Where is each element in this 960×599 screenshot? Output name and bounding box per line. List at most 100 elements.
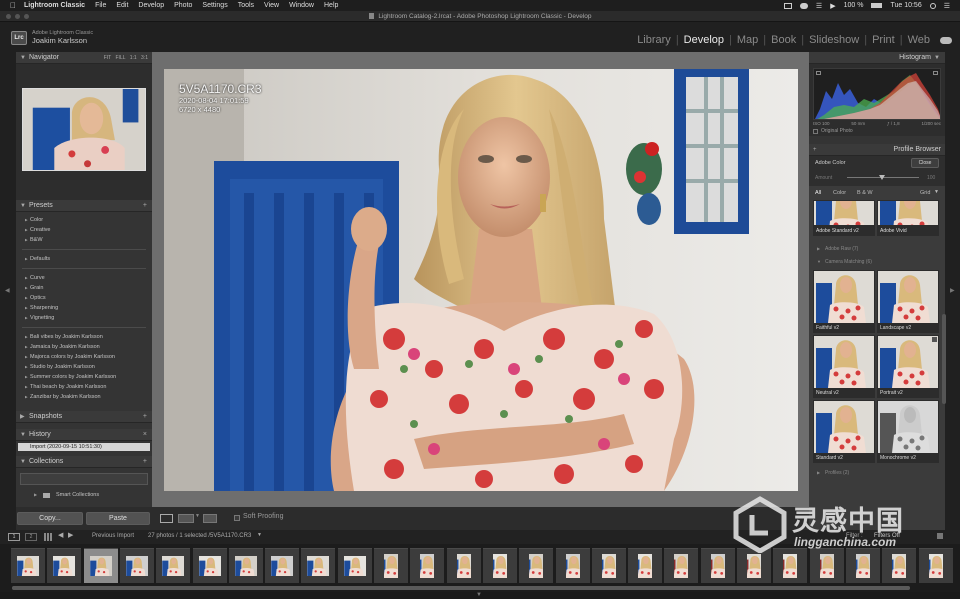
menu-lightroom-classic[interactable]: Lightroom Classic — [24, 2, 85, 9]
menu-window[interactable]: Window — [289, 2, 314, 9]
preset-group[interactable]: Majorca colors by Joakim Karlsson — [16, 352, 152, 362]
profile-group-camera-matching[interactable]: ▼ Camera Matching (6) — [809, 257, 941, 267]
shadow-clipping-indicator[interactable] — [816, 71, 821, 75]
filmstrip-thumbnail[interactable] — [482, 548, 517, 583]
zoom-window-button[interactable] — [24, 14, 29, 19]
menu-settings[interactable]: Settings — [202, 2, 227, 9]
filmstrip-thumbnail[interactable] — [337, 548, 372, 583]
highlight-clipping-indicator[interactable] — [933, 71, 938, 75]
preset-group[interactable]: Vignetting — [16, 313, 152, 323]
profile-thumb-monochrome[interactable]: Monochrome v2 — [877, 400, 939, 463]
develop-image-area[interactable]: 5V5A1170.CR3 2020-08-04 17:01:59 6720 x … — [152, 52, 809, 507]
filmstrip-thumbnail[interactable] — [664, 548, 699, 583]
preset-group[interactable]: Bali vibes by Joakim Karlsson — [16, 332, 152, 342]
module-map[interactable]: Map — [732, 34, 763, 46]
filmstrip-thumbnail[interactable] — [83, 548, 118, 583]
preset-group[interactable]: Summer colors by Joakim Karlsson — [16, 372, 152, 382]
favorite-star-icon[interactable] — [932, 337, 937, 342]
preset-group[interactable]: Zanzibar by Joakim Karlsson — [16, 392, 152, 402]
module-slideshow[interactable]: Slideshow — [804, 34, 864, 46]
menu-file[interactable]: File — [95, 2, 106, 9]
filters-off-dropdown[interactable]: Filters Off — [874, 533, 900, 539]
original-photo-checkbox[interactable] — [813, 129, 818, 134]
grid-view-icon[interactable] — [44, 533, 52, 541]
close-window-button[interactable] — [6, 14, 11, 19]
profile-thumb-adobe-standard[interactable]: Adobe Standard v2 — [813, 200, 875, 236]
creative-cloud-icon[interactable] — [799, 2, 808, 9]
back-arrow-icon[interactable]: ◀ — [58, 531, 63, 539]
module-book[interactable]: Book — [766, 34, 801, 46]
secondary-window-button[interactable]: 2 — [25, 533, 37, 541]
add-collection-icon[interactable]: + — [143, 456, 147, 468]
volume-icon[interactable]: ▶ — [830, 2, 835, 10]
module-print[interactable]: Print — [867, 34, 900, 46]
filmstrip-toggle-icon[interactable]: ▼ — [476, 592, 482, 598]
control-center-icon[interactable]: ☰ — [944, 2, 950, 10]
left-panel-toggle[interactable]: ◀ — [0, 52, 16, 530]
module-library[interactable]: Library — [632, 34, 676, 46]
profile-thumb-standard[interactable]: Standard v2 — [813, 400, 875, 463]
preset-group[interactable]: Studio by Joakim Karlsson — [16, 362, 152, 372]
menu-tools[interactable]: Tools — [238, 2, 254, 9]
menu-edit[interactable]: Edit — [116, 2, 128, 9]
battery-percentage[interactable]: 100 % — [844, 2, 864, 9]
loupe-view-button[interactable] — [160, 514, 173, 523]
preset-group[interactable]: Thai beach by Joakim Karlsson — [16, 382, 152, 392]
preset-group[interactable]: B&W — [16, 235, 152, 245]
menu-view[interactable]: View — [264, 2, 279, 9]
filmstrip-thumbnail[interactable] — [265, 548, 300, 583]
module-web[interactable]: Web — [903, 34, 935, 46]
filmstrip-thumbnail[interactable] — [628, 548, 663, 583]
filmstrip-scroll-thumb[interactable] — [12, 586, 910, 590]
before-after-view-button[interactable] — [178, 514, 194, 523]
main-window-button[interactable]: 1 — [8, 533, 20, 541]
filmstrip-thumbnail[interactable] — [555, 548, 590, 583]
filter-all[interactable]: All — [815, 190, 821, 196]
smart-collections-item[interactable]: ▶ Smart Collections — [16, 489, 152, 501]
filmstrip-selection-info[interactable]: 27 photos / 1 selected /5V5A1170.CR3 — [148, 533, 251, 539]
add-snapshot-icon[interactable]: + — [143, 411, 147, 423]
filmstrip-thumbnail[interactable] — [374, 548, 408, 583]
before-after-dropdown-icon[interactable]: ▼ — [195, 513, 200, 519]
filmstrip-thumbnail[interactable] — [737, 548, 771, 583]
preset-group[interactable]: Curve — [16, 273, 152, 283]
spotlight-icon[interactable] — [929, 2, 936, 9]
clock[interactable]: Tue 10:56 — [890, 2, 921, 9]
collapse-left-icon[interactable]: ◀ — [5, 287, 10, 294]
filmstrip-thumbnail[interactable] — [809, 548, 844, 583]
filter-bw[interactable]: B & W — [857, 190, 873, 196]
filmstrip-thumbnail[interactable] — [446, 548, 481, 583]
history-header[interactable]: ▼ History × — [16, 429, 152, 441]
amount-slider-thumb[interactable] — [879, 175, 885, 180]
profile-thumb-landscape[interactable]: Landscape v2 — [877, 270, 939, 333]
profile-thumb-adobe-vivid[interactable]: Adobe Vivid — [877, 200, 939, 236]
filter-lock-icon[interactable] — [937, 533, 943, 539]
preset-group[interactable]: Optics — [16, 293, 152, 303]
forward-arrow-icon[interactable]: ▶ — [68, 531, 73, 539]
apple-menu-icon[interactable]:  — [8, 1, 18, 10]
filmstrip-scrollbar[interactable] — [12, 586, 910, 590]
preset-group[interactable]: Grain — [16, 283, 152, 293]
cloud-sync-icon[interactable] — [940, 36, 952, 44]
compare-view-button[interactable] — [203, 514, 217, 523]
battery-icon[interactable] — [871, 3, 883, 8]
histogram-header[interactable]: Histogram ▼ — [809, 52, 945, 64]
preset-group[interactable]: Creative — [16, 225, 152, 235]
copy-settings-button[interactable]: Copy... — [17, 512, 83, 525]
navigator-preview[interactable] — [22, 88, 146, 171]
profile-browser-scrollbar[interactable] — [942, 314, 946, 404]
filmstrip-thumbnail[interactable] — [156, 548, 191, 583]
menu-help[interactable]: Help — [324, 2, 338, 9]
presets-header[interactable]: ▼ Presets + — [16, 200, 152, 212]
view-mode-dropdown[interactable]: Grid — [920, 190, 930, 196]
filmstrip-thumbnail[interactable] — [228, 548, 263, 583]
clear-history-icon[interactable]: × — [143, 429, 147, 441]
navigator-zoom-options[interactable]: FIT FILL 1:1 3:1 — [104, 52, 148, 64]
filmstrip-thumbnail[interactable] — [591, 548, 626, 583]
history-item[interactable]: Import (2020-09-15 10:51:30) — [18, 443, 150, 451]
soft-proofing-checkbox[interactable] — [234, 515, 240, 521]
filmstrip-source[interactable]: Previous Import — [92, 533, 134, 539]
filmstrip-thumbnail[interactable] — [301, 548, 336, 583]
collections-header[interactable]: ▼ Collections + — [16, 456, 152, 468]
filmstrip-thumbnail[interactable] — [918, 548, 953, 583]
